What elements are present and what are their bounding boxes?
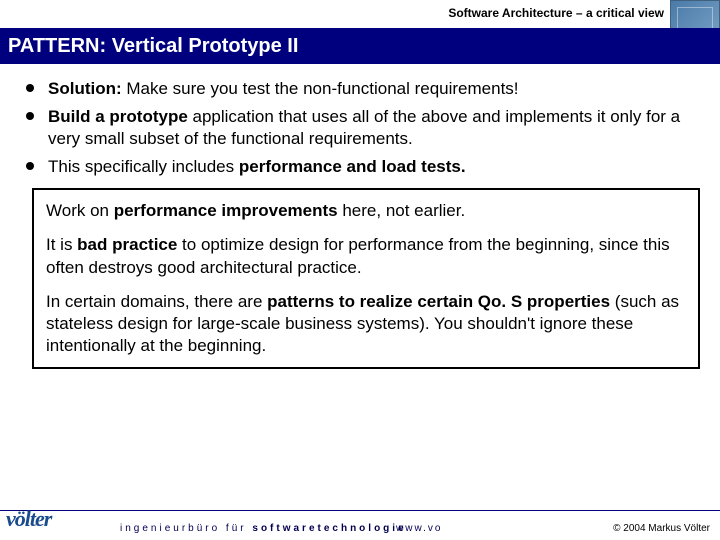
- bullet-item: Build a prototype application that uses …: [20, 106, 700, 150]
- callout-box: Work on performance improvements here, n…: [32, 188, 700, 369]
- box-paragraph: In certain domains, there are patterns t…: [46, 291, 686, 357]
- box-paragraph: It is bad practice to optimize design fo…: [46, 234, 686, 278]
- bullet-item: Solution: Make sure you test the non-fun…: [20, 78, 700, 100]
- footer-copyright: © 2004 Markus Völter: [613, 523, 710, 534]
- bullet-lead: Build a prototype: [48, 107, 188, 126]
- footer-tagline: ingenieurbüro für softwaretechnologie: [120, 523, 407, 534]
- box-paragraph: Work on performance improvements here, n…: [46, 200, 686, 222]
- bullet-item: This specifically includes performance a…: [20, 156, 700, 178]
- bullet-lead: Solution:: [48, 79, 122, 98]
- bullet-bold: performance and load tests.: [239, 157, 466, 176]
- logo: völter: [6, 506, 51, 532]
- top-band: Software Architecture – a critical view: [0, 0, 720, 28]
- slide-subtitle: Software Architecture – a critical view: [448, 6, 664, 20]
- bullet-text: This specifically includes: [48, 157, 239, 176]
- bullet-text: Make sure you test the non-functional re…: [122, 79, 519, 98]
- slide-body: Solution: Make sure you test the non-fun…: [20, 70, 700, 492]
- slide-title: PATTERN: Vertical Prototype II: [8, 35, 298, 58]
- footer: völter ingenieurbüro für softwaretechnol…: [0, 510, 720, 540]
- footer-url: www.vo: [396, 523, 442, 534]
- title-bar: PATTERN: Vertical Prototype II: [0, 28, 720, 64]
- bullet-list: Solution: Make sure you test the non-fun…: [20, 78, 700, 178]
- slide: Software Architecture – a critical view …: [0, 0, 720, 540]
